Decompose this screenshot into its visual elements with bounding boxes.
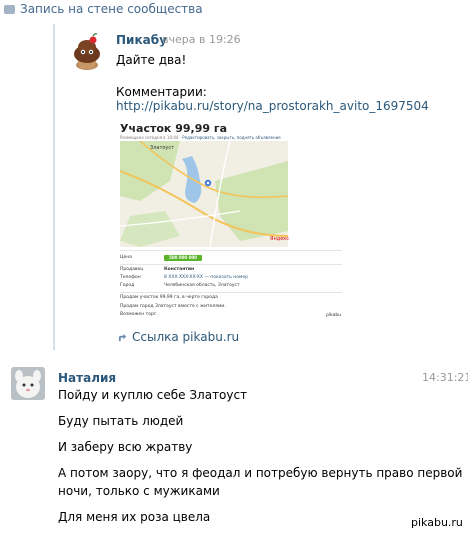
ad-desc-line: Возможен торг. <box>120 312 158 317</box>
commenter-avatar[interactable] <box>11 367 45 400</box>
city-value: Челябинская область, Златоуст <box>164 283 240 288</box>
comments-label: Комментарии: <box>116 85 207 99</box>
ad-desc-line: Продам город Златоуст вместе с жителями. <box>120 304 226 309</box>
map-graphic <box>119 140 289 248</box>
divider <box>120 250 342 251</box>
ad-edit-links: Редактировать, закрыть, поднять объявлен… <box>182 135 281 140</box>
watermark: pikabu.ru <box>411 516 463 529</box>
comment-line: А потом заору, что я феодал и потребую в… <box>58 466 463 480</box>
post-author-link[interactable]: Пикабу <box>116 33 167 47</box>
map-city-label: Златоуст <box>150 145 175 151</box>
share-arrow-icon <box>118 333 127 342</box>
share-link[interactable]: Ссылка pikabu.ru <box>118 330 239 344</box>
ad-desc-line: Продам участок 99,99 га, в черте города <box>120 295 218 300</box>
cupcake-icon <box>74 33 100 70</box>
avatar-photo-icon <box>11 367 45 400</box>
share-link-label: Ссылка pikabu.ru <box>132 330 240 344</box>
comment-line: Для меня их роза цвела <box>58 510 211 524</box>
seller-label: Продавец <box>120 267 144 272</box>
divider <box>120 292 342 293</box>
city-label: Город <box>120 283 135 288</box>
comment-line: ночи, только с мужиками <box>58 484 220 498</box>
comment-line: И заберу всю жратву <box>58 440 193 454</box>
post-story-link[interactable]: http://pikabu.ru/story/na_prostorakh_avi… <box>116 99 429 113</box>
comment-line: Пойду и куплю себе Златоуст <box>58 388 248 402</box>
pikabu-avatar[interactable] <box>67 32 107 72</box>
comment-author-link[interactable]: Наталия <box>58 371 116 385</box>
price-label: Цена <box>120 255 132 260</box>
repost-quote-bar <box>53 24 55 350</box>
comment-line: Буду пытать людей <box>58 414 184 428</box>
wall-post-icon <box>4 5 15 14</box>
comment-time: 14:31:21 <box>422 371 468 384</box>
price-badge: 500 000 000 руб. <box>164 255 202 266</box>
ad-subtitle: Размещено сегодня в 10:44 · Редактироват… <box>120 135 281 140</box>
ad-map: Златоуст Яндекс <box>119 140 290 248</box>
ad-title: Участок 99,99 га <box>120 122 227 135</box>
wall-post-header[interactable]: Запись на стене сообщества <box>4 2 203 16</box>
post-text: Дайте два! <box>116 53 187 67</box>
phone-label: Телефон <box>120 275 141 280</box>
wall-post-header-label: Запись на стене сообщества <box>20 2 203 16</box>
phone-value: 8 XXX XXX-XX-XX — показать номер <box>164 275 249 280</box>
attachment-image[interactable]: Участок 99,99 га Размещено сегодня в 10:… <box>116 116 344 320</box>
seller-value: Константин <box>164 267 195 272</box>
divider <box>120 264 342 265</box>
pikabu-logo: pikabu <box>326 313 342 318</box>
post-date[interactable]: вчера в 19:26 <box>162 33 241 46</box>
ad-posted-date: Размещено сегодня в 10:44 <box>120 135 179 140</box>
page: { "wall_header": { "label": "Запись на с… <box>0 0 468 534</box>
map-brand: Яндекс <box>270 236 290 242</box>
